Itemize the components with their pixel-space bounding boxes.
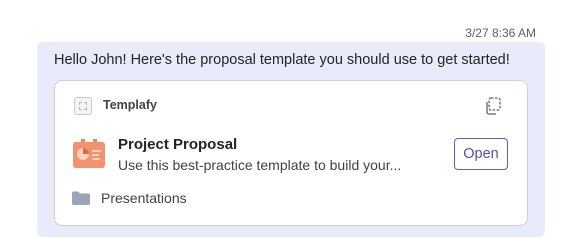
open-button[interactable]: Open xyxy=(454,138,508,170)
template-card: Templafy Project Proposal Use this best-… xyxy=(54,80,528,226)
copy-icon[interactable] xyxy=(483,96,503,116)
chat-message-bubble: Hello John! Here's the proposal template… xyxy=(37,42,545,237)
message-timestamp: 3/27 8:36 AM xyxy=(465,26,536,40)
item-description: Use this best-practice template to build… xyxy=(118,157,402,173)
app-name: Templafy xyxy=(103,98,157,112)
templafy-app-icon xyxy=(74,97,92,115)
item-title[interactable]: Project Proposal xyxy=(118,136,237,153)
folder-label[interactable]: Presentations xyxy=(101,190,187,206)
message-text: Hello John! Here's the proposal template… xyxy=(54,52,510,68)
folder-icon xyxy=(72,191,90,205)
presentation-thumbnail-icon xyxy=(73,139,105,168)
